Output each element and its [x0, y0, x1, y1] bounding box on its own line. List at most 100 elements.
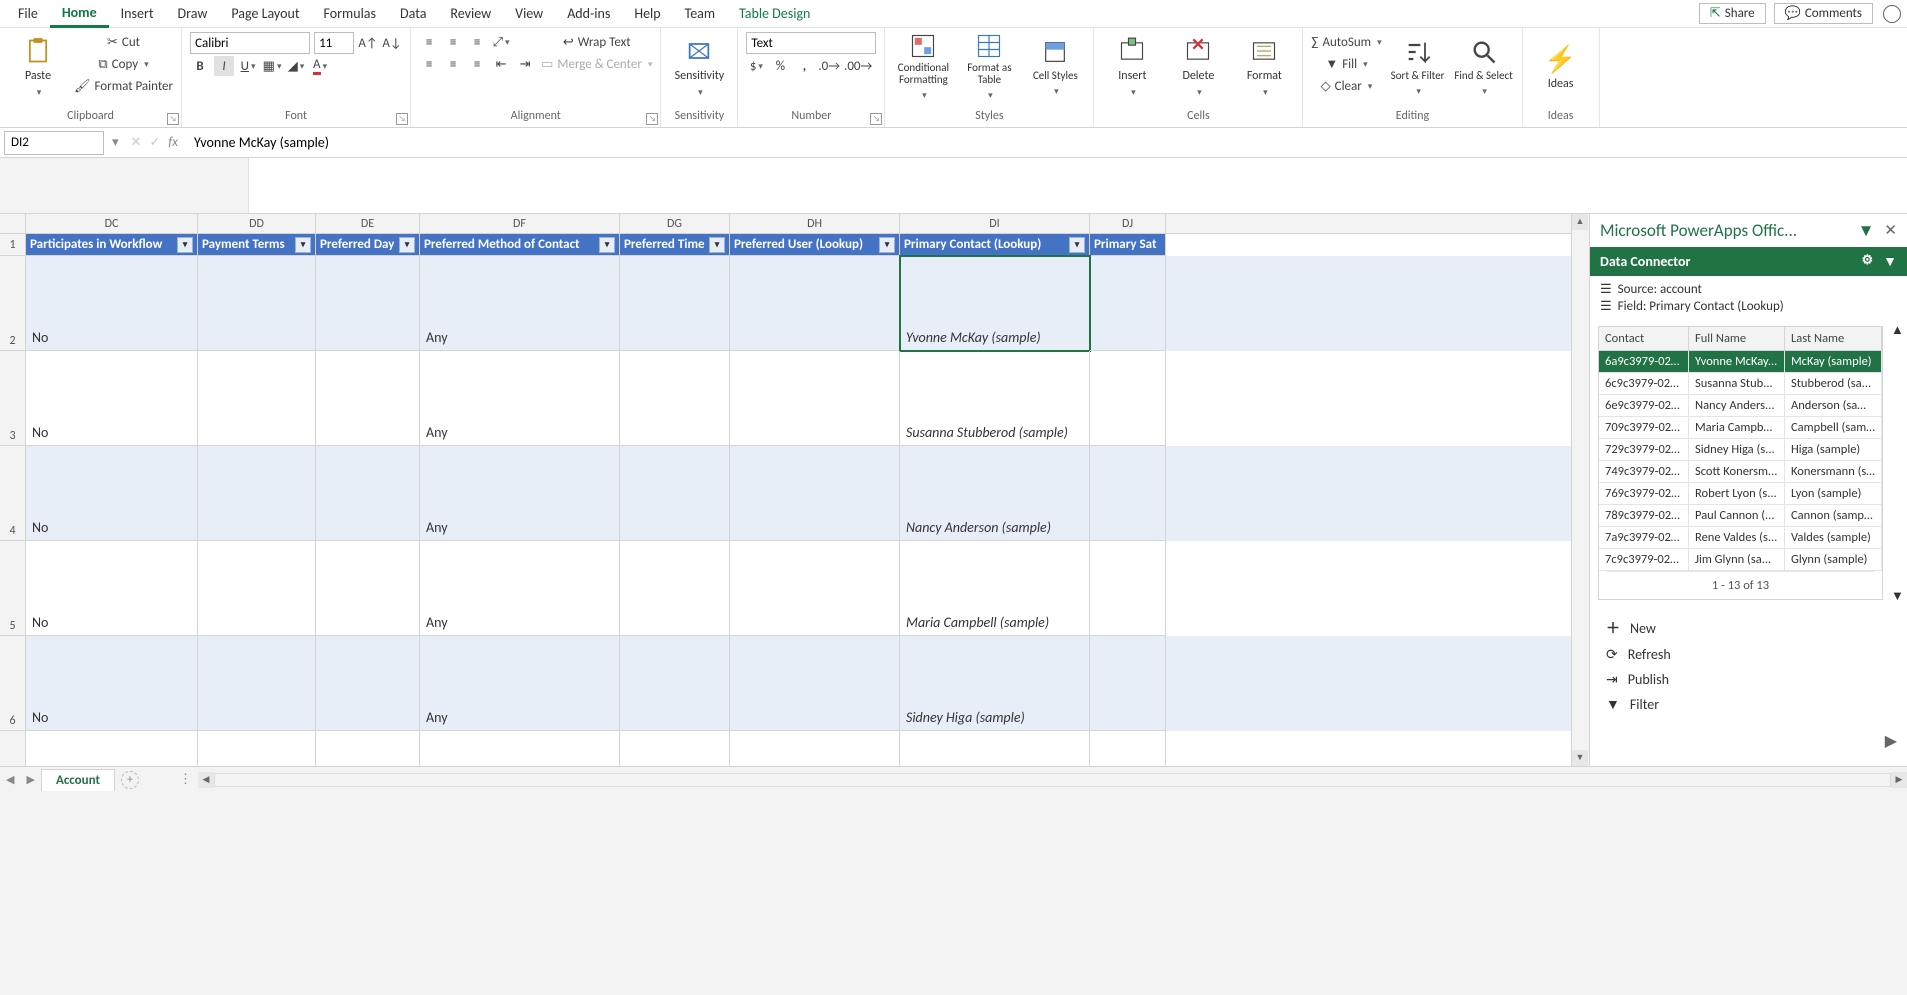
- namebox-dropdown[interactable]: ▾: [108, 135, 123, 150]
- cell[interactable]: No: [26, 541, 198, 636]
- italic-button[interactable]: I: [214, 56, 234, 76]
- lookup-row[interactable]: 6c9c3979-02a...Susanna Stub...Stubberod …: [1599, 373, 1882, 395]
- table-row[interactable]: 6NoAnySidney Higa (sample): [0, 636, 1571, 731]
- menu-file[interactable]: File: [6, 1, 50, 26]
- menu-review[interactable]: Review: [438, 1, 503, 26]
- find-select-button[interactable]: Find & Select: [1454, 32, 1514, 102]
- lookup-col-contact[interactable]: Contact: [1599, 327, 1689, 351]
- lookup-row[interactable]: 7a9c3979-02a...Rene Valdes (s...Valdes (…: [1599, 527, 1882, 549]
- lookup-row[interactable]: 789c3979-02a...Paul Cannon (...Cannon (s…: [1599, 505, 1882, 527]
- increase-decimal-button[interactable]: .0→: [818, 56, 840, 76]
- cut-button[interactable]: ✂Cut: [74, 32, 173, 52]
- feedback-smile-icon[interactable]: [1883, 5, 1901, 23]
- borders-button[interactable]: ▦: [262, 56, 282, 76]
- cell-styles-button[interactable]: Cell Styles: [1025, 32, 1085, 102]
- increase-indent-button[interactable]: ⇥: [515, 54, 535, 74]
- vertical-scrollbar[interactable]: ▲ ▼: [1571, 214, 1589, 766]
- cell[interactable]: [1090, 636, 1166, 731]
- table-row[interactable]: 2NoAnyYvonne McKay (sample): [0, 256, 1571, 351]
- accounting-format-button[interactable]: $: [746, 56, 766, 76]
- col-header[interactable]: DF: [420, 214, 620, 233]
- lookup-scroll-down[interactable]: ▼: [1891, 588, 1907, 604]
- cell-primary-contact[interactable]: Yvonne McKay (sample): [900, 256, 1090, 351]
- cell[interactable]: No: [26, 636, 198, 731]
- col-header[interactable]: DC: [26, 214, 198, 233]
- cell[interactable]: [1090, 256, 1166, 351]
- cell[interactable]: [730, 636, 900, 731]
- align-top-button[interactable]: ≡: [419, 32, 439, 52]
- col-header[interactable]: DE: [316, 214, 420, 233]
- font-color-button[interactable]: A: [310, 56, 330, 76]
- align-left-button[interactable]: ≡: [419, 54, 439, 74]
- horizontal-scrollbar[interactable]: ⋮ ◀ ▶: [179, 772, 1907, 788]
- worksheet-grid[interactable]: DC DD DE DF DG DH DI DJ 1 Participates i…: [0, 214, 1571, 766]
- decrease-decimal-button[interactable]: .00→: [844, 56, 872, 76]
- align-right-button[interactable]: ≡: [467, 54, 487, 74]
- table-header[interactable]: Primary Sat: [1090, 234, 1166, 256]
- cell[interactable]: Any: [420, 446, 620, 541]
- cell-primary-contact[interactable]: Nancy Anderson (sample): [900, 446, 1090, 541]
- filter-dropdown-icon[interactable]: ▾: [1069, 237, 1085, 253]
- orientation-button[interactable]: ⤢: [491, 32, 511, 52]
- scroll-left-arrow[interactable]: ◀: [198, 772, 214, 788]
- connector-dropdown-icon[interactable]: ▼: [1883, 253, 1897, 270]
- sensitivity-button[interactable]: Sensitivity: [669, 32, 729, 102]
- cell[interactable]: [1090, 446, 1166, 541]
- bold-button[interactable]: B: [190, 56, 210, 76]
- table-header[interactable]: Preferred User (Lookup)▾: [730, 234, 900, 256]
- font-size-input[interactable]: [314, 32, 354, 54]
- col-header[interactable]: DJ: [1090, 214, 1166, 233]
- select-all-triangle[interactable]: [0, 214, 26, 233]
- filter-dropdown-icon[interactable]: ▾: [177, 237, 193, 253]
- menu-page-layout[interactable]: Page Layout: [219, 1, 311, 26]
- paste-button[interactable]: Paste: [8, 32, 68, 102]
- col-header[interactable]: DI: [900, 214, 1090, 233]
- row-header[interactable]: 4: [0, 446, 26, 541]
- add-sheet-button[interactable]: +: [121, 771, 139, 789]
- lookup-row[interactable]: 7c9c3979-02a...Jim Glynn (sa...Glynn (sa…: [1599, 549, 1882, 571]
- table-header[interactable]: Payment Terms▾: [198, 234, 316, 256]
- number-dialog-launcher[interactable]: ↘: [870, 113, 882, 125]
- menu-table-design[interactable]: Table Design: [727, 1, 822, 26]
- cell[interactable]: [316, 636, 420, 731]
- lookup-col-lastname[interactable]: Last Name: [1785, 327, 1882, 351]
- scroll-right-arrow[interactable]: ▶: [1891, 772, 1907, 788]
- lookup-row[interactable]: 769c3979-02a...Robert Lyon (s...Lyon (sa…: [1599, 483, 1882, 505]
- pane-menu-chevron-icon[interactable]: ▼: [1858, 220, 1875, 241]
- menu-team[interactable]: Team: [673, 1, 727, 26]
- menu-addins[interactable]: Add-ins: [555, 1, 622, 26]
- scroll-down-arrow[interactable]: ▼: [1572, 750, 1588, 766]
- enter-formula-icon[interactable]: ✓: [149, 135, 160, 150]
- lookup-row[interactable]: 6a9c3979-02a...Yvonne McKay...McKay (sam…: [1599, 351, 1882, 373]
- filter-dropdown-icon[interactable]: ▾: [599, 237, 615, 253]
- table-row[interactable]: 4NoAnyNancy Anderson (sample): [0, 446, 1571, 541]
- table-header[interactable]: Primary Contact (Lookup)▾: [900, 234, 1090, 256]
- cell[interactable]: [1090, 351, 1166, 446]
- clipboard-dialog-launcher[interactable]: ↘: [167, 113, 179, 125]
- menu-insert[interactable]: Insert: [109, 1, 166, 26]
- menu-help[interactable]: Help: [622, 1, 672, 26]
- number-format-select[interactable]: [746, 32, 876, 54]
- menu-view[interactable]: View: [503, 1, 555, 26]
- table-header[interactable]: Preferred Day▾: [316, 234, 420, 256]
- merge-center-button[interactable]: ▭Merge & Center: [541, 54, 652, 74]
- font-dialog-launcher[interactable]: ↘: [396, 113, 408, 125]
- comments-button[interactable]: 💬 Comments: [1774, 3, 1873, 24]
- cell-primary-contact[interactable]: Maria Campbell (sample): [900, 541, 1090, 636]
- cell[interactable]: [316, 351, 420, 446]
- cell[interactable]: [198, 351, 316, 446]
- format-cells-button[interactable]: Format: [1234, 32, 1294, 102]
- copy-button[interactable]: ⧉Copy: [74, 54, 173, 74]
- align-middle-button[interactable]: ≡: [443, 32, 463, 52]
- format-painter-button[interactable]: 🖌Format Painter: [74, 76, 173, 96]
- wrap-text-button[interactable]: ↩Wrap Text: [541, 32, 652, 52]
- cell[interactable]: [316, 541, 420, 636]
- underline-button[interactable]: U: [238, 56, 258, 76]
- row-header[interactable]: 6: [0, 636, 26, 731]
- menu-formulas[interactable]: Formulas: [312, 1, 388, 26]
- col-header[interactable]: DD: [198, 214, 316, 233]
- fill-button[interactable]: ▼Fill: [1311, 54, 1381, 74]
- cell[interactable]: No: [26, 256, 198, 351]
- menu-draw[interactable]: Draw: [166, 1, 220, 26]
- lookup-scroll-up[interactable]: ▲: [1891, 322, 1907, 338]
